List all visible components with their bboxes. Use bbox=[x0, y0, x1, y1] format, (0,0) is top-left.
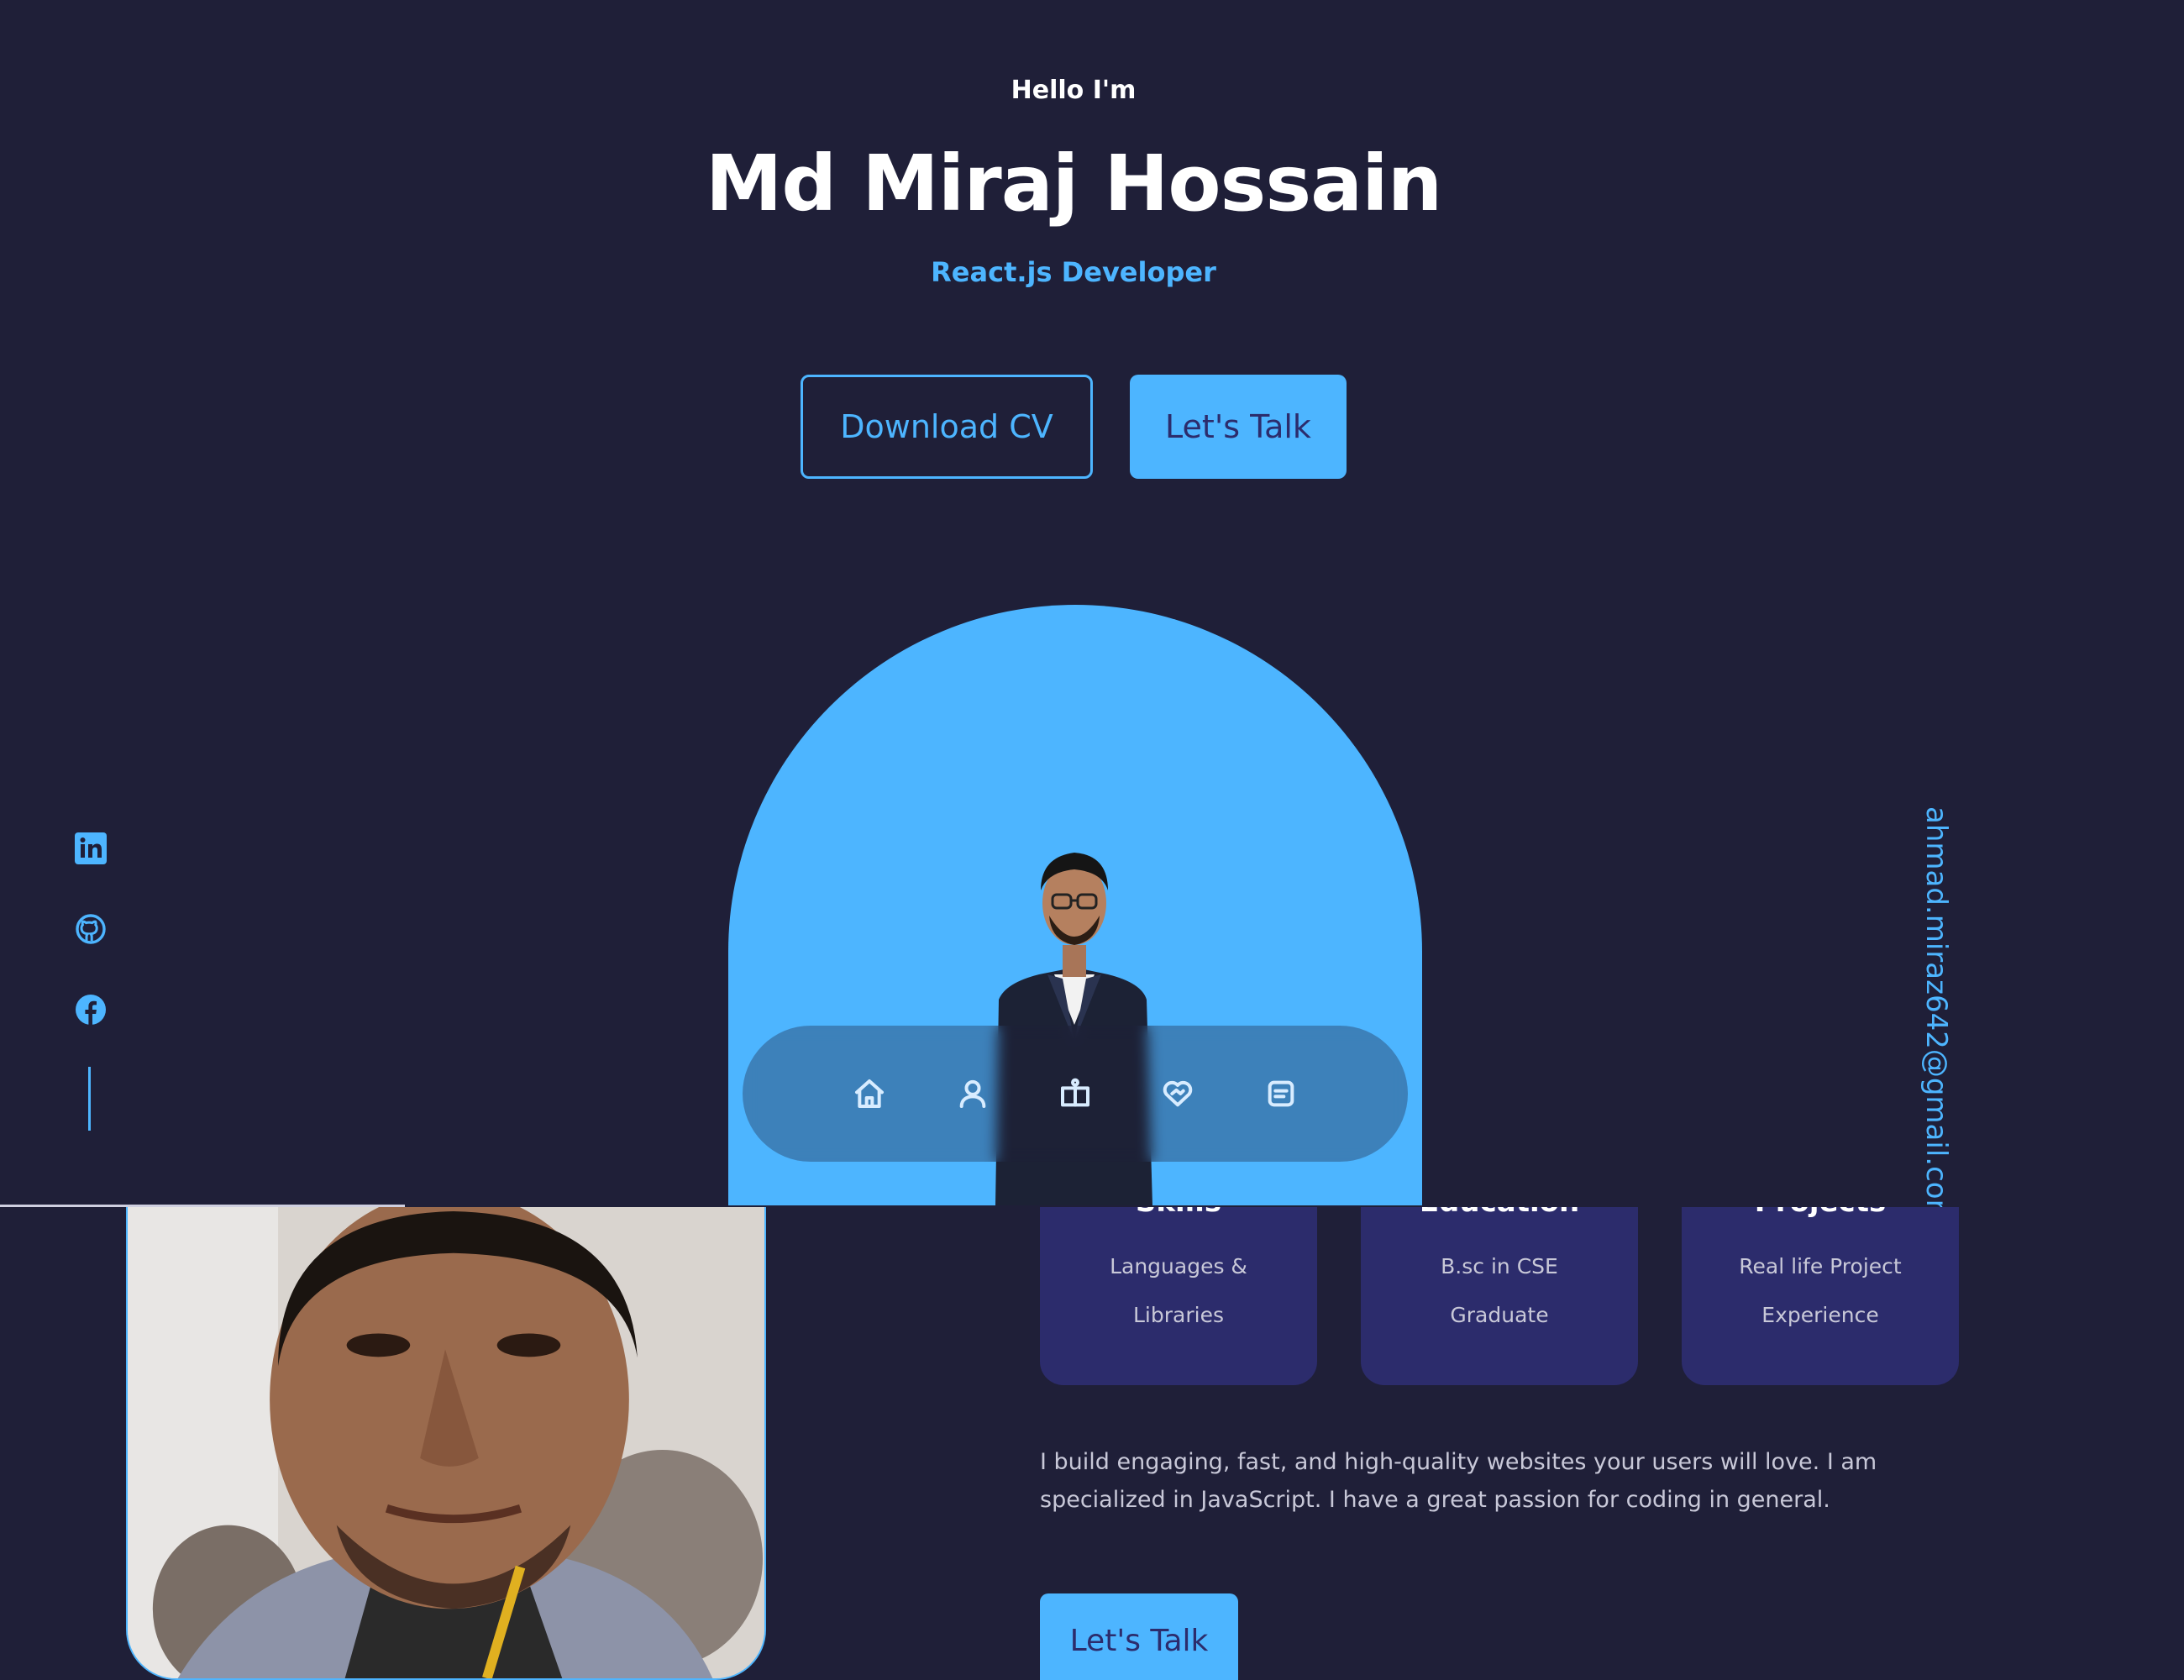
nav-experience[interactable] bbox=[1046, 1064, 1105, 1123]
card-title: Education bbox=[1361, 1207, 1638, 1219]
card-line: Languages & bbox=[1110, 1254, 1247, 1278]
card-line: B.sc in CSE bbox=[1441, 1254, 1558, 1278]
download-cv-button[interactable]: Download CV bbox=[801, 375, 1093, 479]
about-cards: Skills Languages & Libraries Education B… bbox=[1040, 1207, 1959, 1385]
home-icon bbox=[855, 1079, 885, 1108]
nav-services[interactable] bbox=[1148, 1064, 1207, 1123]
facebook-icon[interactable] bbox=[74, 993, 108, 1026]
floating-nav bbox=[743, 1026, 1408, 1162]
book-icon bbox=[1060, 1078, 1089, 1107]
card-skills[interactable]: Skills Languages & Libraries bbox=[1040, 1207, 1317, 1385]
card-line: Graduate bbox=[1450, 1303, 1549, 1327]
card-line: Libraries bbox=[1133, 1303, 1224, 1327]
page-title: Md Miraj Hossain bbox=[705, 139, 1442, 228]
email-text: ahmad.miraz642@gmail.cor bbox=[1919, 806, 1953, 1208]
github-icon[interactable] bbox=[74, 912, 108, 946]
card-projects[interactable]: Projects Real life Project Experience bbox=[1682, 1207, 1959, 1385]
role-subtitle: React.js Developer bbox=[931, 256, 1216, 288]
card-line: Experience bbox=[1761, 1303, 1879, 1327]
portfolio-page: Hello I'm Md Miraj Hossain React.js Deve… bbox=[0, 0, 2184, 1680]
about-lets-talk-button[interactable]: Let's Talk bbox=[1040, 1593, 1238, 1680]
nav-contact[interactable] bbox=[1252, 1064, 1310, 1123]
nav-home[interactable] bbox=[840, 1064, 899, 1123]
linkedin-icon[interactable] bbox=[74, 832, 108, 865]
about-description: I build engaging, fast, and high-quality… bbox=[1040, 1449, 1877, 1513]
user-icon bbox=[959, 1079, 985, 1108]
social-links bbox=[72, 832, 109, 1026]
nav-about[interactable] bbox=[943, 1064, 1002, 1123]
card-education[interactable]: Education B.sc in CSE Graduate bbox=[1361, 1207, 1638, 1385]
about-photo bbox=[126, 1207, 766, 1680]
heart-handshake-icon bbox=[1163, 1080, 1193, 1107]
card-title: Projects bbox=[1682, 1207, 1959, 1219]
social-divider-line bbox=[88, 1067, 91, 1131]
greeting-text: Hello I'm bbox=[1011, 76, 1137, 105]
email-link[interactable]: ahmad.miraz642@gmail.cor bbox=[1915, 806, 1957, 1208]
card-line: Real life Project bbox=[1739, 1254, 1902, 1278]
message-icon bbox=[1268, 1080, 1294, 1107]
card-title: Skills bbox=[1040, 1207, 1317, 1219]
lets-talk-button[interactable]: Let's Talk bbox=[1130, 375, 1347, 479]
